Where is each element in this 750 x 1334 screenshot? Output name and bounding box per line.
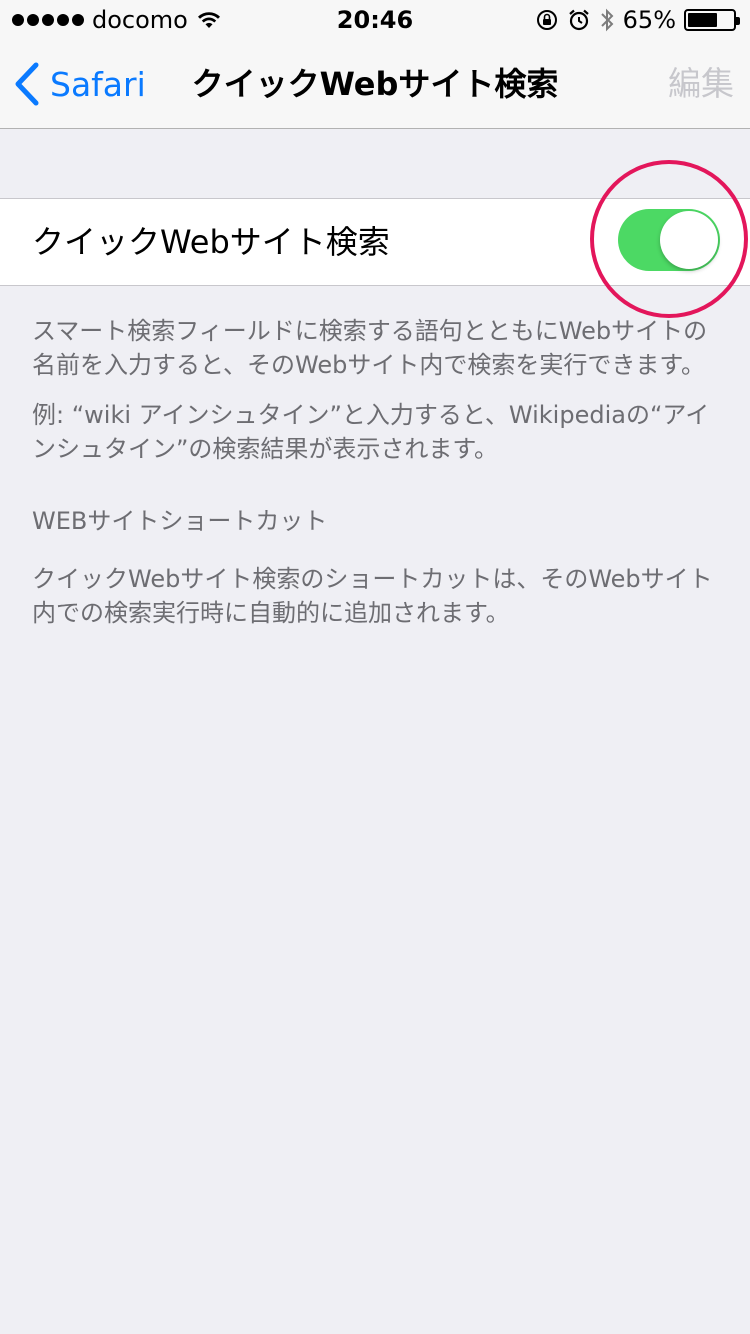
battery-icon <box>684 9 740 31</box>
shortcuts-footer-text: クイックWebサイト検索のショートカットは、そのWebサイト内での検索実行時に自… <box>32 565 713 627</box>
rotation-lock-icon <box>536 10 557 30</box>
edit-button[interactable]: 編集 <box>668 40 734 128</box>
status-right: 65% <box>535 6 740 34</box>
description-text-1: スマート検索フィールドに検索する語句とともにWebサイトの名前を入力すると、その… <box>32 317 708 379</box>
page-title: クイックWebサイト検索 <box>191 65 559 103</box>
quick-website-search-row: クイックWebサイト検索 <box>0 198 750 286</box>
status-bar: docomo 20:46 65% <box>0 0 750 40</box>
quick-website-search-toggle[interactable] <box>618 209 720 271</box>
battery-percent: 65% <box>622 6 676 34</box>
bluetooth-icon <box>600 8 614 32</box>
quick-website-search-label: クイックWebサイト検索 <box>32 223 390 261</box>
shortcuts-section-header: WEBサイトショートカット <box>32 507 328 535</box>
toggle-knob <box>660 211 718 269</box>
navigation-bar: Safari クイックWebサイト検索 編集 <box>0 40 750 129</box>
alarm-icon <box>568 9 589 31</box>
description-text-2: 例: “wiki アインシュタイン”と入力すると、Wikipediaの“アインシ… <box>32 401 710 463</box>
